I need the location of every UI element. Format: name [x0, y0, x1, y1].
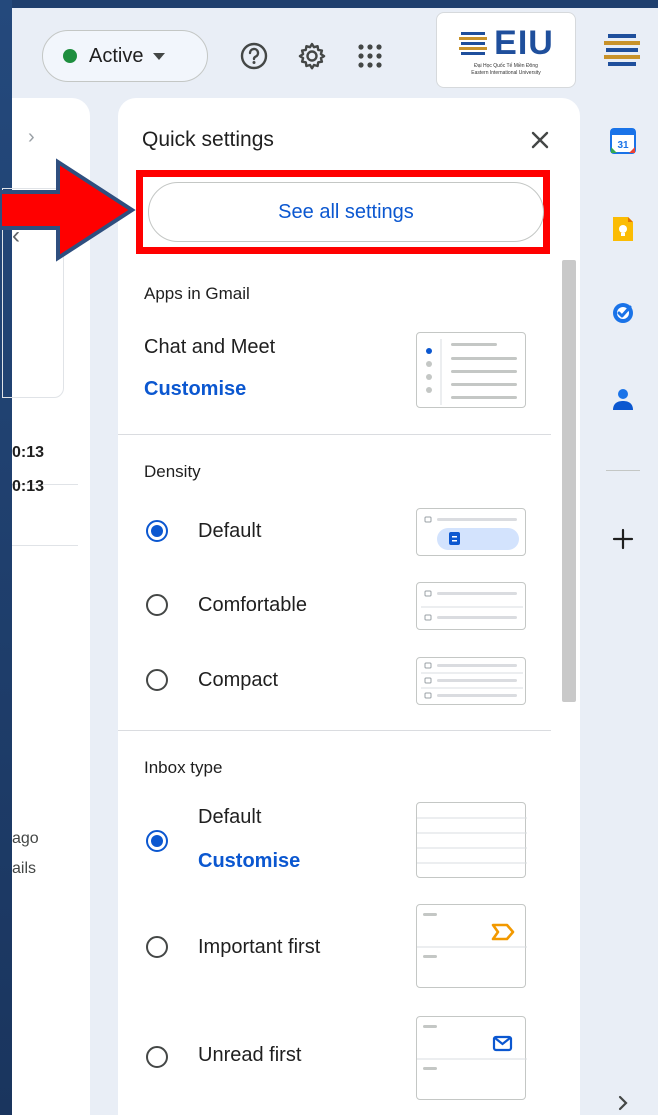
highlight-box: See all settings [136, 170, 550, 254]
density-default-radio[interactable] [146, 520, 168, 542]
slide-frame-top [0, 0, 658, 8]
density-comfortable-preview[interactable] [416, 582, 526, 630]
status-button[interactable]: Active [42, 30, 208, 82]
customise-inbox-link[interactable]: Customise [198, 850, 300, 873]
row-divider [12, 545, 78, 546]
density-section-label: Density [144, 462, 201, 481]
keep-app-button[interactable] [608, 214, 638, 244]
calendar-icon: 31 [610, 128, 636, 154]
status-label: Active [89, 44, 144, 67]
logo-subtitle-en: Eastern International University [471, 69, 541, 76]
account-avatar[interactable] [594, 22, 650, 78]
density-default-preview-icon [424, 516, 519, 550]
mail-row-time: 0:13 [12, 444, 45, 461]
inbox-default-radio[interactable] [146, 830, 168, 852]
scrollbar-thumb[interactable] [562, 260, 576, 702]
organization-logo[interactable]: EIU Đại Học Quốc Tế Miền Đông Eastern In… [436, 12, 576, 88]
section-divider [118, 434, 551, 435]
inbox-type-section-label: Inbox type [144, 758, 223, 777]
density-default-preview[interactable] [416, 508, 526, 556]
density-comfortable-preview-icon [421, 590, 523, 621]
chevron-right-icon [618, 1095, 628, 1111]
layout-preview-icon [426, 339, 517, 405]
last-activity-text: ago [12, 830, 39, 847]
inbox-unread-first-radio[interactable] [146, 1046, 168, 1068]
close-button[interactable] [522, 122, 558, 158]
density-compact-preview-icon [421, 662, 523, 699]
annotation-arrow-icon [0, 158, 136, 262]
apps-section-label: Apps in Gmail [144, 284, 250, 303]
details-link-text[interactable]: ails [12, 860, 36, 878]
chat-meet-preview[interactable] [416, 332, 526, 408]
caret-down-icon [153, 52, 166, 60]
apps-grid-icon [358, 44, 382, 68]
density-compact-label[interactable]: Compact [198, 669, 278, 692]
mail-envelope-icon [417, 1025, 527, 1070]
tasks-icon [613, 303, 633, 323]
active-status-dot [63, 49, 77, 63]
inbox-default-label[interactable]: Default [198, 806, 261, 829]
add-addon-button[interactable] [608, 524, 638, 554]
close-icon [531, 131, 549, 149]
density-comfortable-radio[interactable] [146, 594, 168, 616]
section-divider [118, 730, 551, 731]
quick-settings-panel: Quick settings See all settings Apps in … [118, 98, 580, 1115]
gear-icon [298, 42, 326, 70]
logo-text: EIU [494, 23, 554, 62]
eiu-emblem-icon [459, 32, 488, 55]
density-comfortable-label[interactable]: Comfortable [198, 594, 307, 617]
quick-settings-title: Quick settings [142, 128, 274, 151]
contacts-app-button[interactable] [608, 384, 638, 414]
side-panel-rail: 31 [594, 98, 658, 1115]
tasks-app-button[interactable] [608, 298, 638, 328]
calendar-app-button[interactable]: 31 [608, 126, 638, 156]
inbox-default-preview[interactable] [416, 802, 527, 878]
important-marker-icon [417, 913, 527, 958]
inbox-important-first-label[interactable]: Important first [198, 936, 320, 959]
help-button[interactable] [234, 36, 274, 76]
mail-row-time: 0:13 [12, 478, 45, 495]
customise-apps-link[interactable]: Customise [144, 378, 246, 401]
settings-button[interactable] [292, 36, 332, 76]
quick-settings-header: Quick settings See all settings [118, 98, 580, 256]
top-bar: Active EIU Đại Học Quốc Tế Miền Đông Eas… [12, 8, 658, 94]
rail-divider [606, 470, 640, 471]
chat-and-meet-label: Chat and Meet [144, 336, 276, 358]
inbox-default-preview-icon [417, 817, 527, 864]
contacts-icon [613, 389, 633, 410]
help-icon [240, 42, 268, 70]
density-compact-radio[interactable] [146, 669, 168, 691]
quick-settings-scroll-area: Apps in Gmail Chat and Meet Customise De… [118, 256, 580, 1115]
logo-subtitle-vi: Đại Học Quốc Tế Miền Đông [474, 62, 538, 69]
google-apps-button[interactable] [350, 36, 390, 76]
inbox-important-first-radio[interactable] [146, 936, 168, 958]
inbox-unread-first-label[interactable]: Unread first [198, 1044, 301, 1067]
keep-icon [613, 217, 633, 241]
inbox-important-first-preview[interactable] [416, 904, 527, 988]
density-compact-preview[interactable] [416, 657, 526, 705]
add-icon [612, 528, 634, 550]
eiu-emblem-icon [604, 34, 640, 66]
calendar-day-number: 31 [617, 140, 629, 151]
inbox-unread-first-preview[interactable] [416, 1016, 527, 1100]
see-all-settings-button[interactable]: See all settings [148, 182, 544, 242]
expand-rail-button[interactable] [608, 1088, 638, 1115]
density-default-label[interactable]: Default [198, 520, 261, 543]
